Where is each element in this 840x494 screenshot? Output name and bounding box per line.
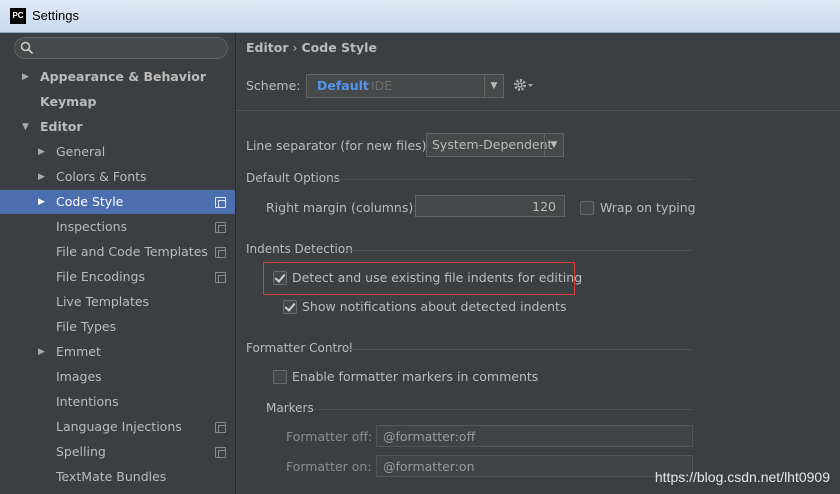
sidebar-item-label: Language Injections [56,419,182,434]
collapsed-arrow-icon[interactable]: ▶ [38,190,45,214]
sidebar-item-images[interactable]: Images [0,365,235,389]
sidebar-item-intentions[interactable]: Intentions [0,390,235,414]
sidebar-item-label: File Encodings [56,269,146,284]
sidebar-item-appearance-behavior[interactable]: ▶ Appearance & Behavior [0,65,235,89]
divider [236,110,840,111]
sidebar-item-label: File and Code Templates [56,244,208,259]
sidebar-item-label: Colors & Fonts [56,169,147,184]
search-icon [20,41,34,55]
sidebar-item-general[interactable]: ▶ General [0,140,235,164]
formatter-control-title: Formatter Control [246,341,353,355]
sidebar-item-label: Images [56,369,102,384]
breadcrumb-separator: › [292,40,298,55]
breadcrumb-current: Code Style [301,40,377,55]
sidebar-item-label: File Types [56,319,117,334]
detect-indents-checkbox[interactable] [273,271,287,285]
scheme-select[interactable]: Default IDE ▼ [306,74,504,98]
scheme-label: Scheme: [246,78,301,93]
indents-detection-title: Indents Detection [246,242,353,256]
sidebar-item-file-and-code-templates[interactable]: File and Code Templates [0,240,235,264]
line-separator-value: System-Dependent [432,137,553,152]
gear-icon[interactable] [513,77,535,93]
project-scope-icon [215,272,226,283]
right-margin-label: Right margin (columns): [266,200,418,215]
right-margin-input[interactable]: 120 [415,195,565,217]
project-scope-icon [215,197,226,208]
wrap-on-typing-label: Wrap on typing [600,200,696,215]
sidebar-item-inspections[interactable]: Inspections [0,215,235,239]
show-notifications-label: Show notifications about detected indent… [302,299,567,314]
breadcrumb: Editor › Code Style [246,40,377,55]
sidebar-item-label: Inspections [56,219,128,234]
app-icon: PC [10,8,26,24]
watermark: https://blog.csdn.net/lht0909 [654,469,830,485]
sidebar-item-file-encodings[interactable]: File Encodings [0,265,235,289]
sidebar-item-label: Keymap [40,94,97,109]
sidebar-item-editor[interactable]: ▼ Editor [0,115,235,139]
expanded-arrow-icon[interactable]: ▼ [22,115,29,139]
collapsed-arrow-icon[interactable]: ▶ [38,340,45,364]
sidebar-item-code-style[interactable]: ▶ Code Style [0,190,235,214]
sidebar-item-label: Code Style [56,194,124,209]
formatter-off-label: Formatter off: [286,429,373,444]
enable-formatter-markers-label: Enable formatter markers in comments [292,369,539,384]
detect-indents-label: Detect and use existing file indents for… [292,270,583,285]
formatter-on-input[interactable]: @formatter:on [376,455,693,477]
formatter-on-label: Formatter on: [286,459,372,474]
section-divider [344,250,692,251]
code-style-panel: Editor › Code Style Scheme: Default IDE ▼ … [236,33,840,494]
enable-formatter-markers-checkbox[interactable] [273,370,287,384]
sidebar-item-live-templates[interactable]: Live Templates [0,290,235,314]
project-scope-icon [215,447,226,458]
sidebar-item-label: Editor [40,119,83,134]
window-title: Settings [32,8,79,23]
collapsed-arrow-icon[interactable]: ▶ [38,165,45,189]
search-input[interactable] [14,37,228,59]
sidebar-item-label: Emmet [56,344,101,359]
scheme-tag: IDE [371,78,393,93]
sidebar-item-label: Intentions [56,394,119,409]
section-divider [335,179,692,180]
section-divider [344,349,692,350]
markers-title: Markers [266,401,314,415]
line-separator-select[interactable]: System-Dependent ▼ [426,133,564,157]
sidebar-item-label: Appearance & Behavior [40,69,206,84]
show-notifications-checkbox[interactable] [283,300,297,314]
collapsed-arrow-icon[interactable]: ▶ [22,65,29,89]
title-bar: PC Settings [0,0,840,33]
sidebar-item-keymap[interactable]: Keymap [0,90,235,114]
sidebar-item-label: General [56,144,106,159]
scheme-value: Default [317,78,369,93]
sidebar-item-spelling[interactable]: Spelling [0,440,235,464]
wrap-on-typing-checkbox[interactable] [580,201,594,215]
sidebar-item-language-injections[interactable]: Language Injections [0,415,235,439]
default-options-title: Default Options [246,171,340,185]
sidebar-item-emmet[interactable]: ▶ Emmet [0,340,235,364]
sidebar-item-colors-fonts[interactable]: ▶ Colors & Fonts [0,165,235,189]
breadcrumb-parent[interactable]: Editor [246,40,289,55]
sidebar-item-label: Live Templates [56,294,150,309]
settings-sidebar: ▶ Appearance & Behavior Keymap ▼ Editor ▶ Gene… [0,33,236,494]
sidebar-item-textmate-bundles[interactable]: TextMate Bundles [0,465,235,489]
sidebar-item-file-types[interactable]: File Types [0,315,235,339]
formatter-off-input[interactable]: @formatter:off [376,425,693,447]
sidebar-item-label: Spelling [56,444,106,459]
project-scope-icon [215,222,226,233]
line-separator-label: Line separator (for new files): [246,138,431,153]
chevron-down-icon[interactable]: ▼ [544,134,563,156]
chevron-down-icon[interactable]: ▼ [484,75,503,97]
project-scope-icon [215,247,226,258]
sidebar-item-label: TextMate Bundles [56,469,167,484]
collapsed-arrow-icon[interactable]: ▶ [38,140,45,164]
project-scope-icon [215,422,226,433]
section-divider [314,409,692,410]
